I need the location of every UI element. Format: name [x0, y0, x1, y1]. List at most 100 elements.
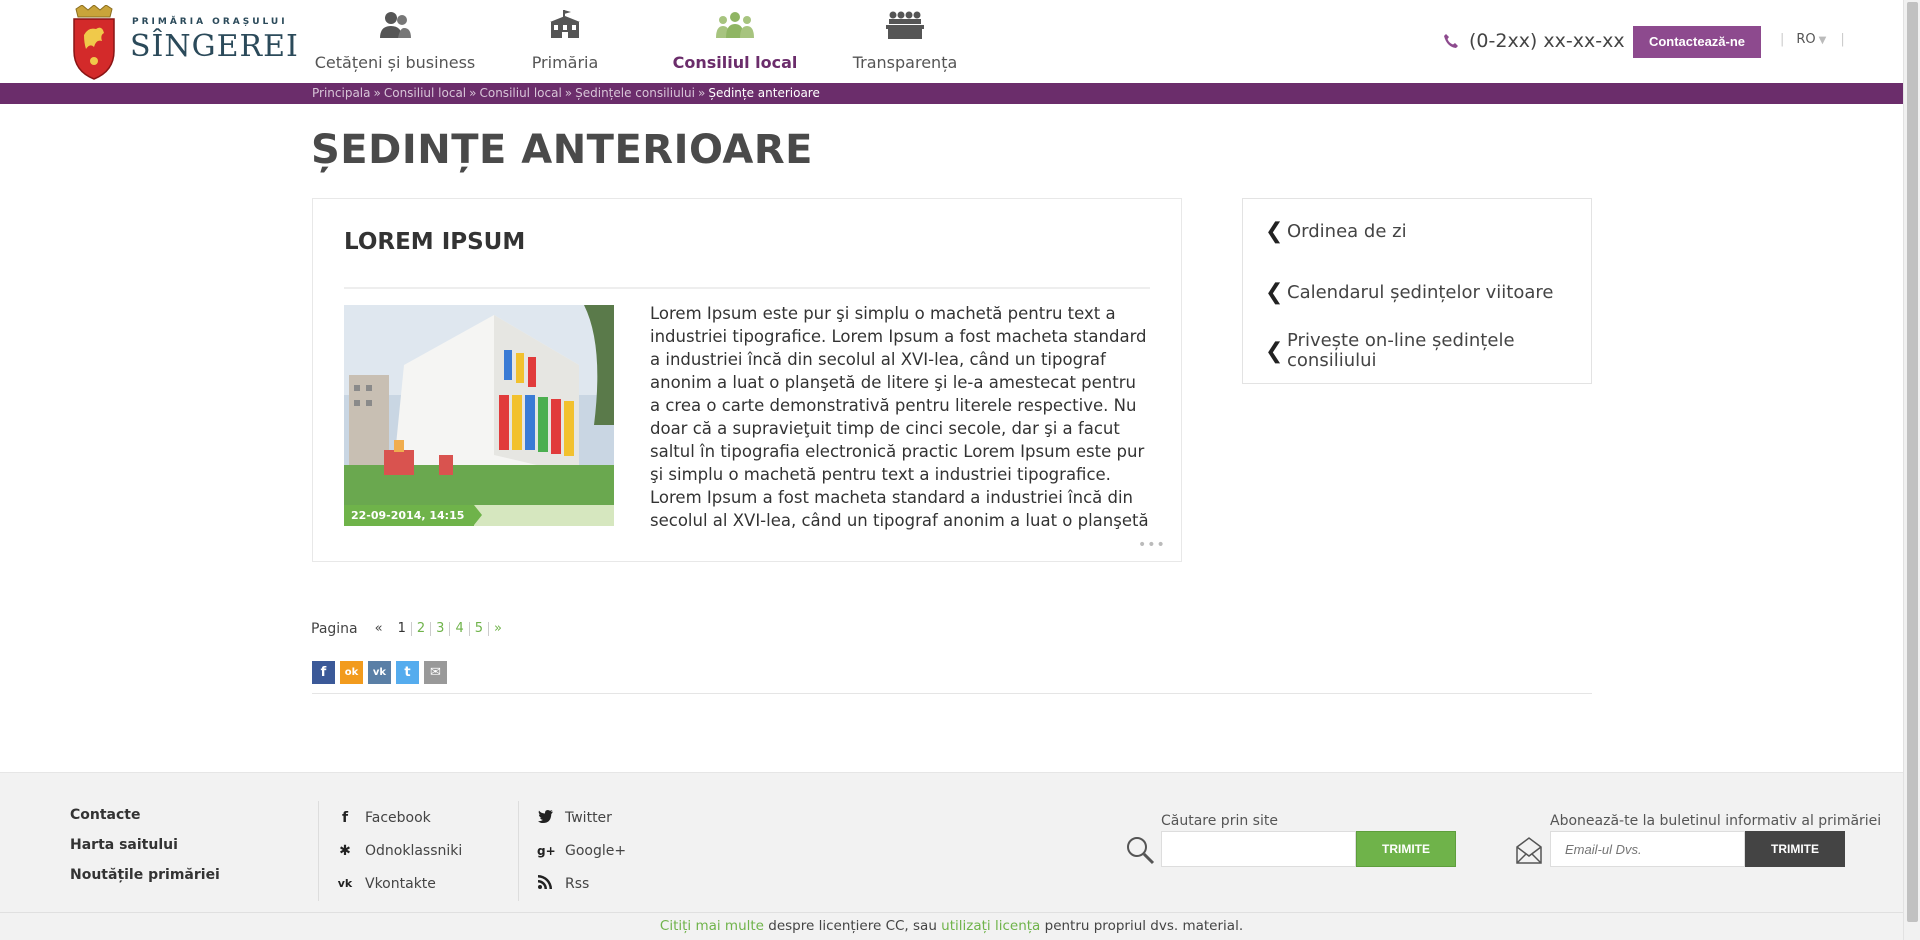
share-buttons: f ok vk t ✉ — [312, 661, 447, 684]
building-photo — [344, 305, 614, 505]
odnoklassniki-icon[interactable]: ok — [340, 661, 363, 684]
language-label: RO — [1796, 32, 1816, 47]
chevron-left-icon: ❮ — [1265, 338, 1284, 364]
social-label: Vkontakte — [365, 875, 436, 892]
social-label: Twitter — [565, 809, 612, 826]
nav-item-transparency[interactable]: Transparența — [820, 0, 990, 83]
chevron-down-icon: ▼ — [1818, 35, 1827, 46]
newsletter-email-input[interactable] — [1550, 831, 1745, 867]
footer-link-news[interactable]: Noutățile primăriei — [70, 867, 220, 883]
page-title: ȘEDINȚE ANTERIOARE — [311, 127, 813, 173]
search-submit-button[interactable]: TRIMITE — [1356, 831, 1456, 867]
breadcrumb: Principala» Consiliul local» Consiliul loc… — [312, 86, 820, 100]
meeting-icon — [886, 11, 924, 39]
pagination-prev[interactable]: « — [370, 622, 393, 636]
logo-subtitle: PRIMĂRIA ORAȘULUI — [132, 17, 288, 27]
nav-label: Consiliul local — [672, 53, 798, 72]
sidebar-item-label: Calendarul ședințelor viitoare — [1287, 282, 1554, 303]
search-icon — [1127, 837, 1155, 865]
breadcrumb-link[interactable]: Consiliul local — [384, 86, 466, 100]
pagination-next[interactable]: » — [489, 622, 507, 636]
chevron-left-icon: ❮ — [1265, 280, 1284, 305]
phone-icon — [1444, 34, 1458, 48]
license-text: despre licențiere CC, sau — [763, 918, 942, 934]
pagination-page[interactable]: 2 — [412, 622, 432, 636]
language-selector[interactable]: | RO ▼ | — [1780, 32, 1845, 47]
nav-item-city-hall[interactable]: Primăria — [480, 0, 650, 83]
pagination-page[interactable]: 3 — [431, 622, 451, 636]
pagination-page[interactable]: 5 — [470, 622, 489, 636]
footer-social-odnoklassniki[interactable]: ✱ Odnoklassniki — [337, 834, 462, 867]
article-title[interactable]: LOREM IPSUM — [344, 229, 525, 255]
phone-number[interactable]: (0-2xx) xx-xx-xx — [1443, 30, 1625, 52]
sidebar-item-calendar[interactable]: ❮ Calendarul ședințelor viitoare — [1265, 280, 1553, 305]
license-text: pentru propriul dvs. material. — [1040, 918, 1244, 934]
footer-link-contacts[interactable]: Contacte — [70, 807, 220, 823]
envelope-icon — [1516, 837, 1542, 864]
pagination: Pagina « 1 2 3 4 5 » — [311, 621, 507, 637]
chevron-left-icon: ❮ — [1265, 219, 1284, 244]
footer-links: Contacte Harta saitului Noutățile primăr… — [70, 807, 220, 897]
people-icon — [380, 12, 411, 38]
nav-item-local-council[interactable]: Consiliul local — [650, 0, 820, 83]
newsletter-submit-button[interactable]: TRIMITE — [1745, 831, 1845, 867]
site-logo[interactable]: PRIMĂRIA ORAȘULUI SÎNGEREI — [70, 5, 298, 80]
newsletter-label: Abonează-te la buletinul informativ al p… — [1550, 813, 1882, 829]
council-icon — [716, 12, 754, 38]
sidebar-item-agenda[interactable]: ❮ Ordinea de zi — [1265, 219, 1407, 244]
twitter-icon — [537, 809, 553, 826]
more-dots-icon[interactable]: ••• — [1138, 537, 1166, 553]
divider — [312, 693, 1592, 694]
breadcrumb-link[interactable]: Consiliul local — [479, 86, 561, 100]
nav-label: Primăria — [531, 53, 599, 72]
social-label: Rss — [565, 875, 590, 892]
pagination-page[interactable]: 4 — [450, 622, 470, 636]
site-footer: Contacte Harta saitului Noutățile primăr… — [0, 772, 1903, 912]
googleplus-icon: g+ — [537, 843, 556, 858]
footer-social-vkontakte[interactable]: vk Vkontakte — [337, 867, 462, 900]
footer-social-rss[interactable]: Rss — [537, 867, 626, 900]
nav-label: Cetățeni și business — [314, 53, 476, 72]
facebook-icon: f — [341, 809, 349, 826]
logo-name: SÎNGEREI — [130, 29, 299, 64]
pagination-page[interactable]: 1 — [393, 622, 412, 636]
scrollbar-thumb[interactable] — [1907, 2, 1918, 922]
breadcrumb-link[interactable]: Ședințele consiliului — [575, 86, 695, 100]
breadcrumb-current: Ședințe anterioare — [708, 86, 820, 100]
license-read-more-link[interactable]: Citiți mai multe — [660, 918, 764, 934]
facebook-icon[interactable]: f — [312, 661, 335, 684]
search-input[interactable] — [1161, 831, 1356, 867]
coat-of-arms-icon — [73, 5, 115, 80]
sidebar-menu: ❮ Ordinea de zi ❮ Calendarul ședințelor … — [1242, 198, 1592, 384]
search-label: Căutare prin site — [1161, 813, 1278, 829]
article-card: LOREM IPSUM 22-09-2014, 14:15 Lorem Ipsu… — [312, 198, 1182, 562]
footer-social-googleplus[interactable]: g+ Google+ — [537, 834, 626, 867]
social-label: Google+ — [565, 842, 627, 859]
rss-icon — [537, 874, 553, 893]
vkontakte-icon[interactable]: vk — [368, 661, 391, 684]
contact-button[interactable]: Contactează-ne — [1633, 26, 1761, 58]
license-use-link[interactable]: utilizați licența — [941, 918, 1040, 934]
footer-link-sitemap[interactable]: Harta saitului — [70, 837, 220, 853]
odnoklassniki-icon: ✱ — [339, 842, 351, 859]
divider — [344, 287, 1150, 289]
footer-social-twitter[interactable]: Twitter — [537, 801, 626, 834]
social-label: Odnoklassniki — [365, 842, 463, 859]
footer-social-col-1: f Facebook ✱ Odnoklassniki vk Vkontakte — [318, 801, 462, 901]
phone-text: (0-2xx) xx-xx-xx — [1469, 30, 1625, 52]
date-bar: 22-09-2014, 14:15 — [344, 505, 614, 526]
footer-social-col-2: Twitter g+ Google+ Rss — [518, 801, 626, 901]
breadcrumb-link[interactable]: Principala — [312, 86, 371, 100]
footer-social-facebook[interactable]: f Facebook — [337, 801, 462, 834]
sidebar-item-watch-online[interactable]: ❮ Privește on-line ședințele consiliului — [1265, 331, 1565, 371]
article-image[interactable] — [344, 305, 614, 505]
email-icon[interactable]: ✉ — [424, 661, 447, 684]
license-notice: Citiți mai multe despre licențiere CC, s… — [0, 912, 1903, 940]
twitter-icon[interactable]: t — [396, 661, 419, 684]
nav-item-citizens[interactable]: Cetățeni și business — [310, 0, 480, 83]
pagination-label: Pagina — [311, 621, 358, 637]
site-header: PRIMĂRIA ORAȘULUI SÎNGEREI Cetățeni și b… — [0, 0, 1903, 83]
article-date: 22-09-2014, 14:15 — [344, 505, 483, 526]
page-scrollbar[interactable] — [1903, 0, 1920, 940]
main-nav: Cetățeni și business Primăria Consiliul … — [310, 0, 990, 83]
